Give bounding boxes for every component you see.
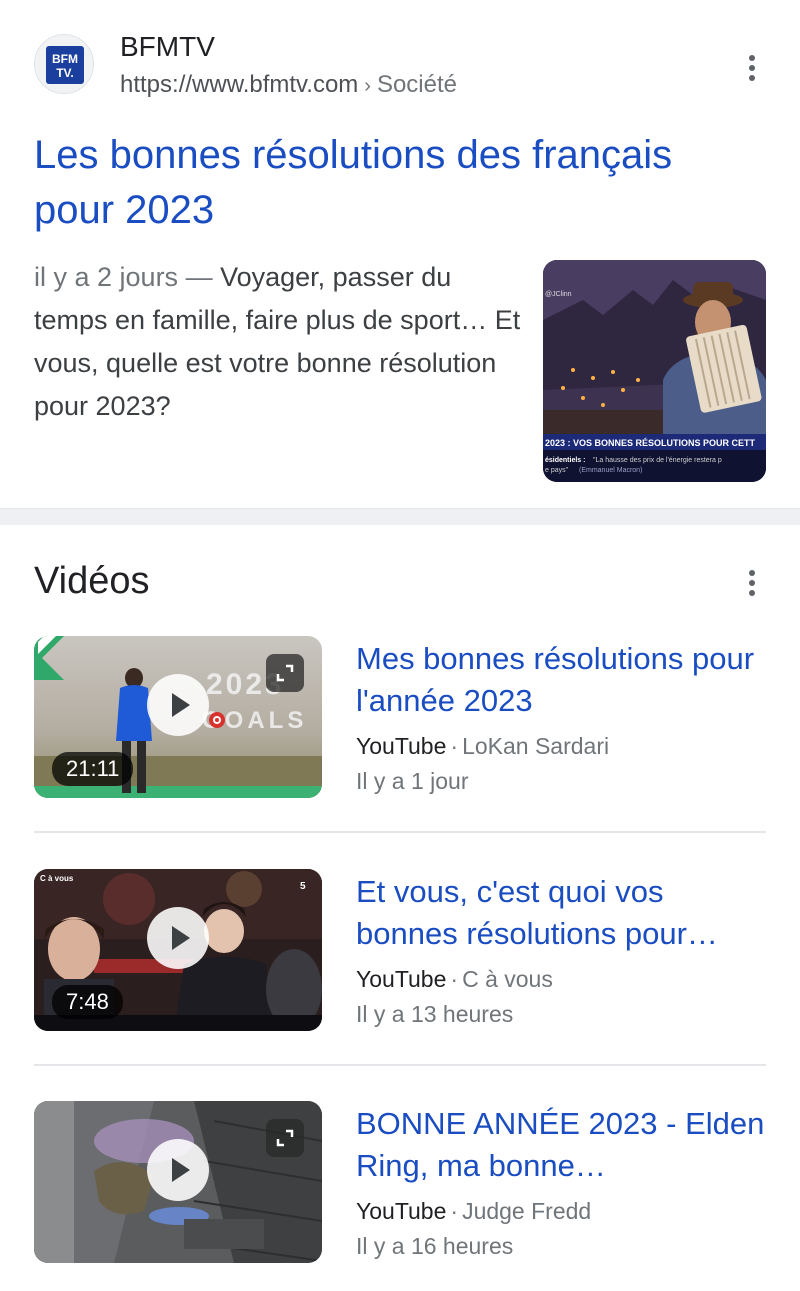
video-channel: Judge Fredd bbox=[462, 1198, 592, 1224]
play-icon[interactable] bbox=[147, 907, 209, 969]
video-item-3[interactable]: BONNE ANNÉE 2023 - Elden Ring, ma bonne…… bbox=[34, 1101, 766, 1263]
search-result-bfmtv: BFM TV. BFMTV https://www.bfmtv.com › Soci… bbox=[0, 0, 800, 508]
date-dash: — bbox=[178, 262, 221, 292]
play-icon[interactable] bbox=[147, 674, 209, 736]
video-age-1: Il y a 1 jour bbox=[356, 768, 469, 794]
result-thumbnail[interactable]: @JClinn 2023 : VOS BONNES RÉSOLUTIONS PO… bbox=[543, 260, 766, 482]
video-title-text: Mes bonnes résolutions pour l'année 2023 bbox=[356, 641, 755, 718]
result-title-link[interactable]: Les bonnes résolutions des français pour… bbox=[34, 128, 754, 238]
site-name[interactable]: BFMTV bbox=[120, 31, 215, 63]
video-age-2: Il y a 13 heures bbox=[356, 1001, 514, 1027]
meta-separator: · bbox=[450, 966, 459, 992]
play-icon[interactable] bbox=[147, 1139, 209, 1201]
videos-section-heading: Vidéos bbox=[34, 560, 150, 602]
section-divider bbox=[0, 508, 800, 525]
video-title-text: BONNE ANNÉE 2023 - Elden Ring, ma bonne… bbox=[356, 1106, 765, 1183]
row-divider bbox=[34, 831, 766, 833]
thumbnail-subcaption-line2: e pays" bbox=[545, 467, 569, 474]
video-title-1[interactable]: Mes bonnes résolutions pour l'année 2023 bbox=[356, 638, 766, 722]
video-meta-2: YouTube · C à vous bbox=[356, 966, 553, 993]
video-item-1[interactable]: 2023 GOALS 21:11 Mes bonnes résolutions … bbox=[34, 636, 766, 798]
breadcrumb-separator-icon: › bbox=[364, 75, 371, 97]
video-channel: C à vous bbox=[462, 966, 553, 992]
video-thumbnail-3[interactable] bbox=[34, 1101, 322, 1263]
more-options-icon[interactable] bbox=[740, 53, 764, 83]
expand-icon[interactable] bbox=[266, 1119, 304, 1157]
url-text: https://www.bfmtv.com bbox=[120, 71, 359, 98]
video-channel: LoKan Sardari bbox=[462, 733, 610, 759]
site-url[interactable]: https://www.bfmtv.com › Société bbox=[120, 71, 457, 99]
video-meta-3: YouTube · Judge Fredd bbox=[356, 1198, 591, 1225]
thumbnail-subcaption-author: (Emmanuel Macron) bbox=[579, 467, 642, 474]
thumbnail-subcaption-quote: "La hausse des prix de l'énergie restera… bbox=[593, 457, 722, 464]
breadcrumb-item: Société bbox=[376, 71, 458, 98]
meta-separator: · bbox=[450, 1198, 459, 1224]
svg-text:C à vous: C à vous bbox=[40, 874, 74, 883]
video-title-text: Et vous, c'est quoi vos bonnes résolutio… bbox=[356, 874, 718, 951]
expand-icon[interactable] bbox=[266, 654, 304, 692]
video-age-3: Il y a 16 heures bbox=[356, 1233, 514, 1259]
video-title-3[interactable]: BONNE ANNÉE 2023 - Elden Ring, ma bonne… bbox=[356, 1103, 766, 1187]
video-item-2[interactable]: C à vous 5 7:48 Et vous, c'est quoi vos … bbox=[34, 869, 766, 1031]
thumbnail-subcaption-label: ésidentiels : bbox=[545, 457, 585, 464]
thumbnail-scene: @JClinn 2023 : VOS BONNES RÉSOLUTIONS PO… bbox=[543, 260, 766, 482]
video-thumbnail-2[interactable]: C à vous 5 7:48 bbox=[34, 869, 322, 1031]
video-duration: 7:48 bbox=[52, 985, 123, 1019]
thumbnail-handle: @JClinn bbox=[545, 291, 572, 298]
logo-text-bottom: TV. bbox=[56, 66, 74, 80]
logo-text-top: BFM bbox=[52, 52, 78, 66]
bfmtv-logo[interactable]: BFM TV. bbox=[34, 34, 94, 94]
result-snippet: il y a 2 jours — Voyager, passer du temp… bbox=[34, 256, 524, 428]
video-source: YouTube bbox=[356, 1198, 447, 1224]
meta-separator: · bbox=[450, 733, 459, 759]
thumbnail-caption: 2023 : VOS BONNES RÉSOLUTIONS POUR CETT bbox=[545, 438, 756, 448]
video-duration: 21:11 bbox=[52, 752, 134, 786]
video-title-2[interactable]: Et vous, c'est quoi vos bonnes résolutio… bbox=[356, 871, 766, 955]
svg-text:5: 5 bbox=[300, 881, 306, 892]
videos-more-options-icon[interactable] bbox=[740, 568, 764, 598]
row-divider bbox=[34, 1064, 766, 1066]
bfmtv-logo-tile: BFM TV. bbox=[46, 46, 84, 84]
video-source: YouTube bbox=[356, 966, 447, 992]
video-meta-1: YouTube · LoKan Sardari bbox=[356, 733, 609, 760]
video-source: YouTube bbox=[356, 733, 447, 759]
result-date: il y a 2 jours bbox=[34, 262, 179, 292]
video-thumbnail-1[interactable]: 2023 GOALS 21:11 bbox=[34, 636, 322, 798]
